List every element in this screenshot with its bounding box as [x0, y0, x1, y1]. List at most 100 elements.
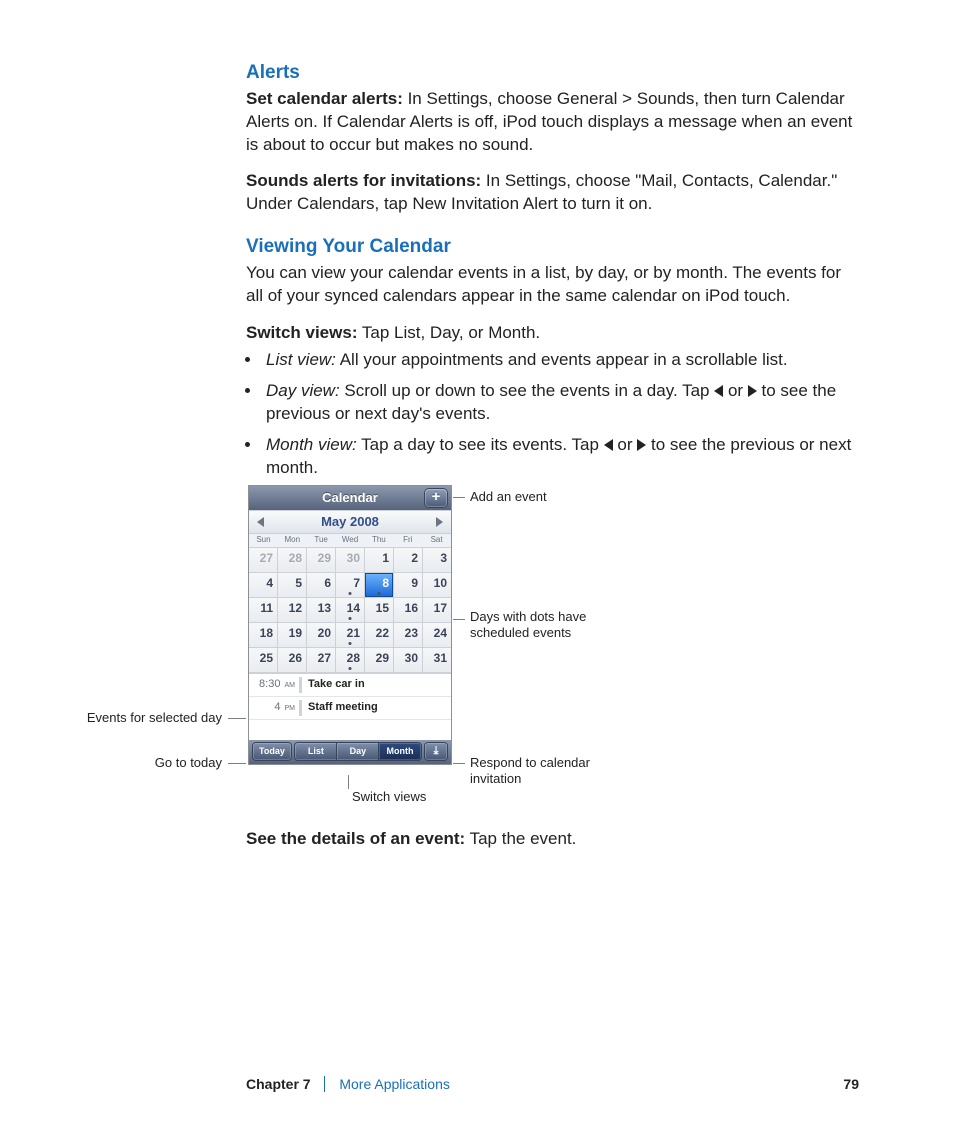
event-dot-icon: [378, 592, 381, 595]
event-title: Take car in: [308, 677, 365, 692]
page-footer: Chapter 7 More Applications 79: [246, 1075, 859, 1095]
calendar-day[interactable]: 8: [365, 573, 394, 598]
calendar-day[interactable]: 18: [249, 623, 278, 648]
calendar-day[interactable]: 29: [307, 548, 336, 573]
event-dot-icon: [349, 667, 352, 670]
calendar-day[interactable]: 19: [278, 623, 307, 648]
ipod-toolbar: Today List Day Month ⤓: [249, 740, 451, 764]
calendar-day[interactable]: 26: [278, 648, 307, 673]
event-row[interactable]: 4 PMStaff meeting: [249, 697, 451, 720]
calendar-day[interactable]: 17: [423, 598, 451, 623]
calendar-row: 45678910: [249, 573, 451, 598]
callout-respond: Respond to calendar invitation: [470, 755, 620, 788]
add-event-button[interactable]: +: [425, 489, 447, 507]
calendar-day[interactable]: 15: [365, 598, 394, 623]
calendar-day[interactable]: 16: [394, 598, 423, 623]
p-viewing-intro: You can view your calendar events in a l…: [246, 262, 856, 308]
p-see-details: See the details of an event: Tap the eve…: [246, 828, 856, 851]
calendar-day[interactable]: 27: [249, 548, 278, 573]
dow-cell: Wed: [336, 534, 365, 547]
ipod-title: Calendar: [322, 490, 378, 505]
calendar-day[interactable]: 20: [307, 623, 336, 648]
page-content: Alerts Set calendar alerts: In Settings,…: [246, 60, 856, 493]
view-bullets: List view: All your appointments and eve…: [246, 349, 856, 480]
bullet-list-view: List view: All your appointments and eve…: [262, 349, 856, 372]
event-dot-icon: [349, 592, 352, 595]
dow-cell: Fri: [393, 534, 422, 547]
event-row[interactable]: 8:30 AM Take car in: [249, 674, 451, 697]
event-dot-icon: [349, 642, 352, 645]
next-month-button[interactable]: [436, 517, 443, 527]
calendar-day[interactable]: 1: [365, 548, 394, 573]
calendar-day[interactable]: 29: [365, 648, 394, 673]
callout-today: Go to today: [148, 755, 222, 771]
p-sounds-invitations: Sounds alerts for invitations: In Settin…: [246, 170, 856, 216]
footer-page: 79: [843, 1075, 859, 1094]
month-label: May 2008: [321, 514, 379, 529]
event-bar-icon: [299, 700, 302, 716]
calendar-day[interactable]: 27: [307, 648, 336, 673]
calendar-day[interactable]: 9: [394, 573, 423, 598]
calendar-day[interactable]: 5: [278, 573, 307, 598]
ipod-titlebar: Calendar +: [249, 486, 451, 510]
p-switch-views: Switch views: Tap List, Day, or Month.: [246, 322, 856, 345]
events-gap: [249, 720, 451, 740]
bullet-day-view: Day view: Scroll up or down to see the e…: [262, 380, 856, 426]
p-set-alerts: Set calendar alerts: In Settings, choose…: [246, 88, 856, 157]
event-time: 8:30 AM: [249, 677, 299, 692]
calendar-row: 18192021222324: [249, 623, 451, 648]
footer-chapter: Chapter 7: [246, 1076, 311, 1092]
calendar-day[interactable]: 13: [307, 598, 336, 623]
calendar-day[interactable]: 12: [278, 598, 307, 623]
calendar-day[interactable]: 30: [394, 648, 423, 673]
calendar-day[interactable]: 28: [278, 548, 307, 573]
dow-cell: Tue: [307, 534, 336, 547]
callout-events-day: Events for selected day: [70, 710, 222, 726]
calendar-row: 27282930123: [249, 548, 451, 573]
calendar-day[interactable]: 11: [249, 598, 278, 623]
bullet-month-view: Month view: Tap a day to see its events.…: [262, 434, 856, 480]
calendar-day[interactable]: 25: [249, 648, 278, 673]
calendar-day[interactable]: 23: [394, 623, 423, 648]
leader-line: [228, 763, 246, 764]
event-title: Staff meeting: [308, 700, 378, 715]
leader-line: [228, 718, 246, 719]
calendar-day[interactable]: 14: [336, 598, 365, 623]
tab-month[interactable]: Month: [379, 743, 421, 760]
invitations-button[interactable]: ⤓: [425, 743, 447, 760]
ipod-calendar: Calendar + May 2008 SunMonTueWedThuFriSa…: [248, 485, 452, 765]
calendar-day[interactable]: 3: [423, 548, 451, 573]
callout-add-event: Add an event: [470, 489, 547, 505]
month-header: May 2008: [249, 510, 451, 534]
day-events-list: 8:30 AM Take car in 4 PMStaff meeting: [249, 673, 451, 740]
calendar-day[interactable]: 22: [365, 623, 394, 648]
calendar-row: 25262728293031: [249, 648, 451, 673]
leader-line: [453, 497, 465, 498]
day-of-week-row: SunMonTueWedThuFriSat: [249, 534, 451, 548]
dow-cell: Sat: [422, 534, 451, 547]
leader-line: [453, 763, 465, 764]
calendar-day[interactable]: 30: [336, 548, 365, 573]
dow-cell: Sun: [249, 534, 278, 547]
calendar-day[interactable]: 7: [336, 573, 365, 598]
calendar-day[interactable]: 21: [336, 623, 365, 648]
tab-day[interactable]: Day: [337, 743, 379, 760]
event-bar-icon: [299, 677, 302, 693]
calendar-row: 11121314151617: [249, 598, 451, 623]
calendar-day[interactable]: 24: [423, 623, 451, 648]
triangle-left-icon: [604, 439, 613, 451]
prev-month-button[interactable]: [257, 517, 264, 527]
footer-title: More Applications: [339, 1076, 450, 1092]
tab-list[interactable]: List: [295, 743, 337, 760]
calendar-day[interactable]: 10: [423, 573, 451, 598]
calendar-day[interactable]: 6: [307, 573, 336, 598]
calendar-day[interactable]: 28: [336, 648, 365, 673]
calendar-day[interactable]: 31: [423, 648, 451, 673]
heading-viewing: Viewing Your Calendar: [246, 234, 856, 260]
calendar-day[interactable]: 2: [394, 548, 423, 573]
calendar-day[interactable]: 4: [249, 573, 278, 598]
heading-alerts: Alerts: [246, 60, 856, 86]
view-segmented-control: List Day Month: [295, 743, 421, 760]
today-button[interactable]: Today: [253, 743, 291, 760]
leader-line: [453, 619, 465, 620]
